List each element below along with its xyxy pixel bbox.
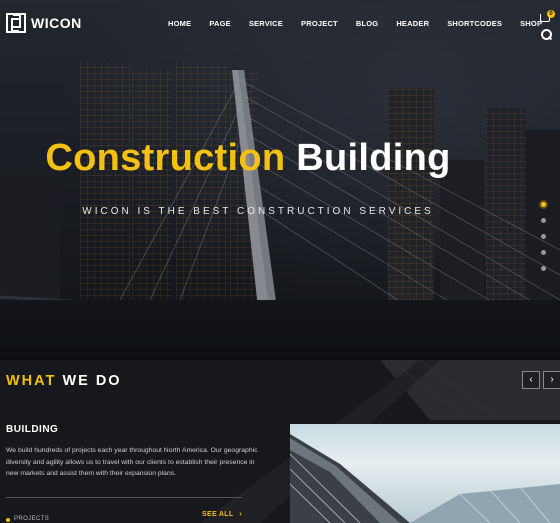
- category-label: PROJECTS: [5, 516, 50, 522]
- hero-overlay: [0, 0, 560, 360]
- what-we-do-section: WHAT WE DO ‹ › BUILDING We build hundred…: [0, 360, 560, 523]
- slider-dot[interactable]: [541, 266, 546, 271]
- cart-icon[interactable]: 0: [540, 10, 555, 22]
- cart-count-badge: 0: [547, 10, 555, 18]
- chevron-right-icon: ›: [550, 374, 554, 385]
- menu-item-shop[interactable]: SHOP: [520, 19, 542, 28]
- menu-item-header[interactable]: HEADER: [396, 19, 429, 28]
- site-logo[interactable]: WICON: [6, 13, 82, 33]
- carousel-controls: ‹ ›: [519, 371, 560, 389]
- slider-dot[interactable]: [541, 234, 546, 239]
- menu-item-page[interactable]: PAGE: [209, 19, 231, 28]
- slider-dot[interactable]: [541, 250, 546, 255]
- next-button[interactable]: ›: [543, 371, 560, 389]
- menu-item-shortcodes[interactable]: SHORTCODES: [447, 19, 502, 28]
- hero-title: Construction Building: [0, 137, 496, 180]
- hero-slider: WICON HOME PAGE SERVICE PROJECT BLOG HEA…: [0, 0, 560, 360]
- chevron-right-icon: ›: [239, 511, 243, 518]
- wicon-logo-mark-icon: [6, 13, 26, 33]
- card-divider: [6, 497, 242, 498]
- slider-dot[interactable]: [541, 218, 546, 223]
- service-card-title: BUILDING: [6, 424, 59, 435]
- see-all-link[interactable]: SEE ALL ›: [202, 511, 242, 518]
- menu-item-blog[interactable]: BLOG: [356, 19, 378, 28]
- section-title-accent: WHAT: [6, 373, 57, 389]
- slider-pagination: [541, 202, 546, 282]
- section-title: WHAT WE DO: [6, 373, 122, 389]
- building-photo-graphic: [290, 434, 560, 523]
- top-navbar: WICON HOME PAGE SERVICE PROJECT BLOG HEA…: [0, 0, 560, 48]
- slider-dot[interactable]: [541, 202, 546, 207]
- hero-title-accent: Construction: [45, 137, 286, 179]
- main-menu: HOME PAGE SERVICE PROJECT BLOG HEADER SH…: [168, 19, 560, 28]
- hero-subtitle: WICON IS THE BEST CONSTRUCTION SERVICES: [82, 206, 434, 217]
- service-card-image: [290, 424, 560, 523]
- menu-item-project[interactable]: PROJECT: [301, 19, 338, 28]
- hero-title-rest: Building: [296, 137, 451, 179]
- logo-text: WICON: [31, 15, 82, 31]
- menu-item-home[interactable]: HOME: [168, 19, 191, 28]
- menu-item-service[interactable]: SERVICE: [249, 19, 283, 28]
- see-all-label: SEE ALL: [202, 511, 234, 518]
- search-icon[interactable]: [541, 29, 552, 40]
- prev-button[interactable]: ‹: [522, 371, 540, 389]
- service-card-text: We build hundreds of projects each year …: [6, 447, 258, 477]
- section-title-rest: WE DO: [62, 373, 122, 389]
- chevron-left-icon: ‹: [529, 374, 533, 385]
